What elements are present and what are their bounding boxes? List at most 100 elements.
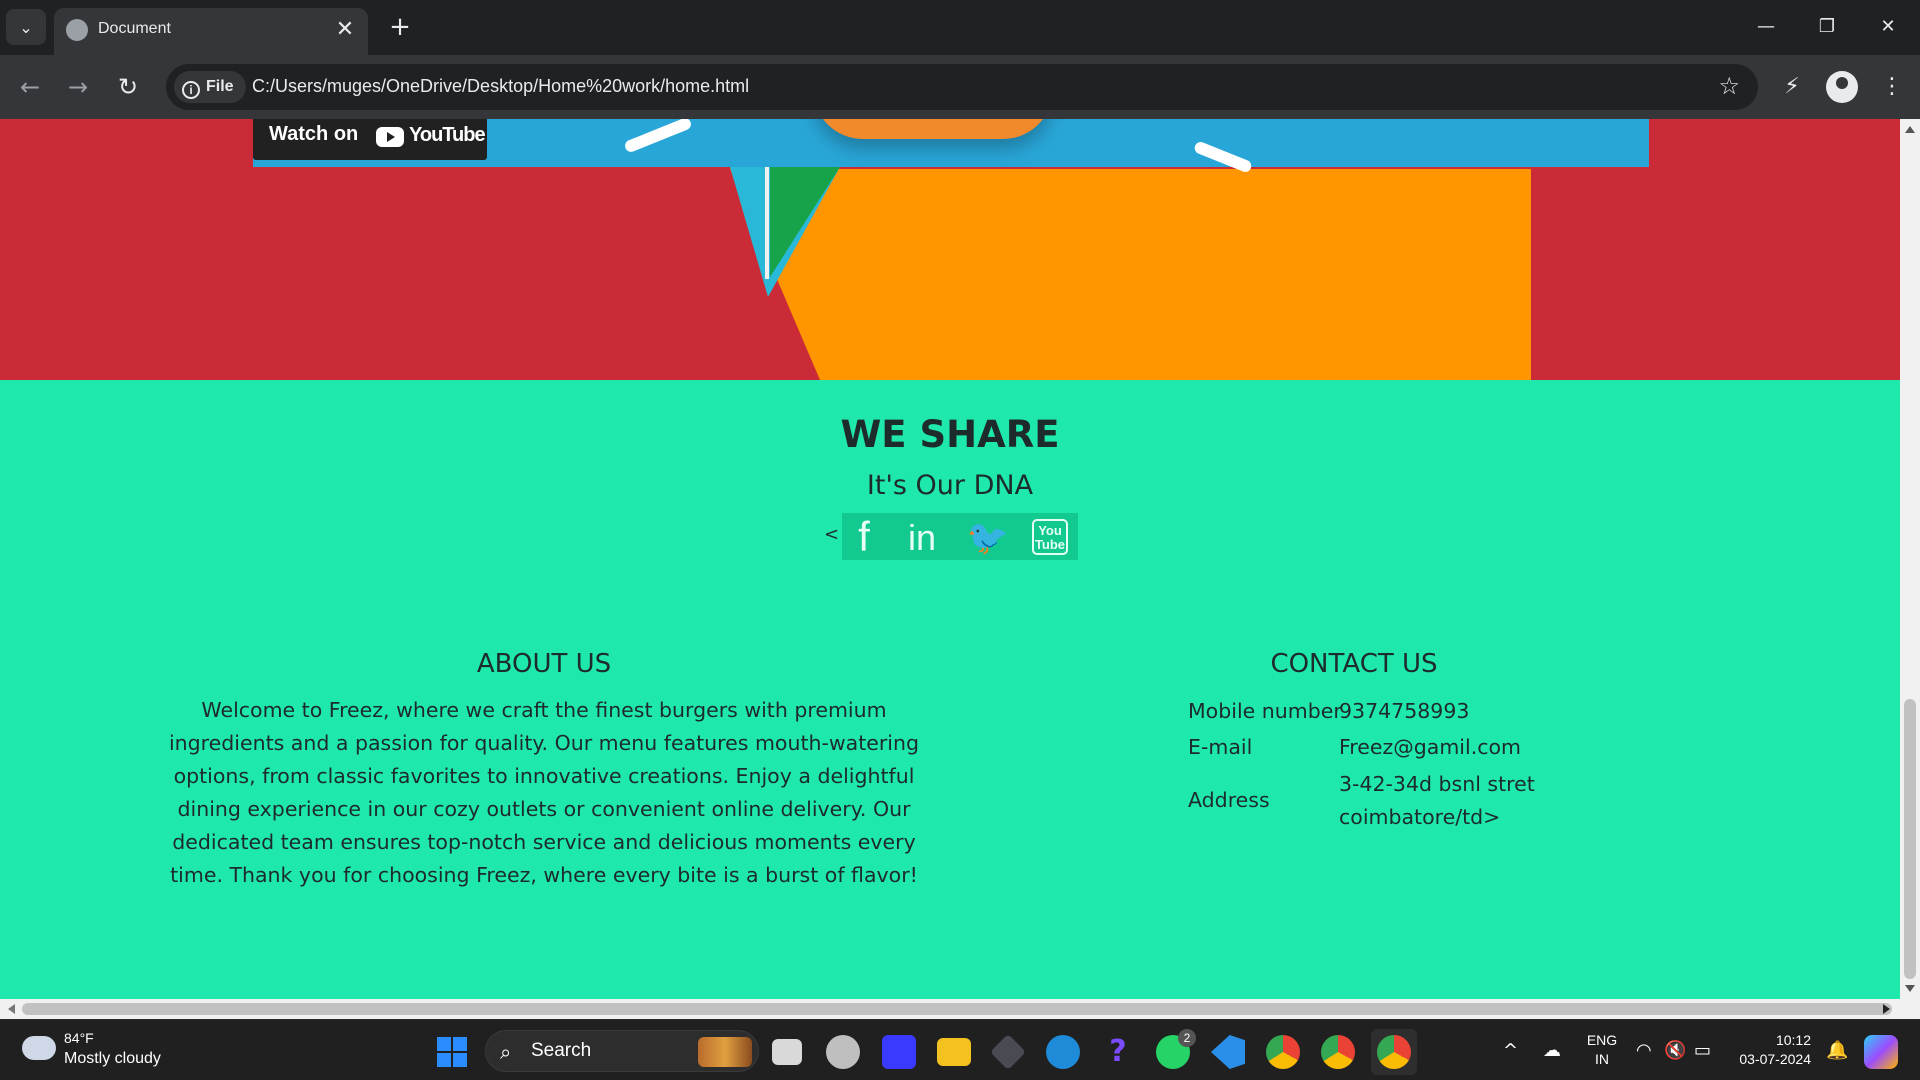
edge-icon[interactable] — [1046, 1035, 1080, 1069]
tab-document[interactable]: Document ✕ — [54, 8, 368, 55]
browser-toolbar: ← → ↻ i File C:/Users/muges/OneDrive/Desk… — [0, 55, 1920, 119]
chrome-icon — [1377, 1035, 1411, 1069]
vertical-scroll-thumb[interactable] — [1904, 699, 1916, 979]
contact-value-email: Freez@gamil.com — [1339, 735, 1521, 759]
tab-search-button[interactable]: ⌄ — [6, 9, 46, 45]
vertical-scrollbar[interactable] — [1900, 119, 1920, 999]
tab-bar: ⌄ Document ✕ + — ❐ ✕ — [0, 0, 1920, 55]
app-icon[interactable] — [826, 1035, 860, 1069]
contact-value-address: 3-42-34d bsnl stret coimbatore/td> — [1339, 772, 1535, 829]
whatsapp-icon[interactable]: 2 — [1156, 1029, 1196, 1069]
scroll-up-icon[interactable] — [1905, 126, 1915, 133]
scroll-left-icon[interactable] — [8, 1004, 15, 1014]
minimize-button[interactable]: — — [1736, 10, 1796, 44]
contact-label-email: E-mail — [1188, 735, 1253, 759]
task-view-icon[interactable] — [772, 1039, 802, 1065]
youtube-wordmark: YouTube — [409, 124, 486, 146]
vscode-icon[interactable] — [1211, 1035, 1245, 1069]
share-heading: WE SHARE — [840, 413, 1060, 456]
bookmark-star-icon[interactable]: ☆ — [1718, 72, 1740, 100]
app-icon-cube[interactable] — [989, 1033, 1027, 1071]
windows-logo-tile — [437, 1037, 451, 1051]
restore-button[interactable]: ❐ — [1797, 10, 1857, 44]
new-tab-button[interactable]: + — [384, 12, 416, 44]
youtube-icon[interactable]: You Tube — [1032, 519, 1068, 555]
notification-badge: 2 — [1178, 1029, 1196, 1047]
weather-cloud-icon[interactable] — [22, 1030, 56, 1060]
watch-on-youtube-button[interactable]: Watch on YouTube — [253, 119, 487, 160]
windows-logo-tile — [453, 1053, 467, 1067]
volume-muted-icon[interactable]: 🔇 — [1664, 1040, 1686, 1061]
region-indicator[interactable]: IN — [1584, 1051, 1620, 1067]
scroll-down-icon[interactable] — [1905, 985, 1915, 992]
video-thumbnail-stick — [1192, 140, 1254, 174]
wifi-icon[interactable]: ◠ — [1636, 1040, 1652, 1061]
back-button[interactable]: ← — [12, 69, 48, 105]
hero-white-line — [765, 167, 769, 279]
address-bar[interactable]: i File C:/Users/muges/OneDrive/Desktop/Ho… — [166, 64, 1758, 110]
file-explorer-icon[interactable] — [937, 1038, 971, 1066]
chrome-profile-icon[interactable] — [1266, 1035, 1300, 1069]
chevron-down-icon: ⌄ — [19, 17, 33, 37]
weather-description[interactable]: Mostly cloudy — [64, 1050, 161, 1068]
youtube-icon-text-top: You — [1038, 523, 1062, 538]
notification-bell-icon[interactable]: 🔔 — [1826, 1040, 1848, 1061]
battery-icon[interactable]: ▭ — [1694, 1040, 1711, 1061]
close-window-button[interactable]: ✕ — [1858, 10, 1918, 44]
contact-label-mobile: Mobile number — [1188, 699, 1342, 723]
weather-temperature[interactable]: 84°F — [64, 1030, 94, 1046]
search-highlight-image — [698, 1037, 752, 1067]
globe-icon — [66, 19, 88, 41]
horizontal-scrollbar[interactable] — [0, 999, 1920, 1019]
scroll-right-icon[interactable] — [1883, 1004, 1890, 1014]
page-viewport: Watch on YouTube WE SHARE It's Our DNA <… — [0, 119, 1900, 999]
taskbar-search[interactable]: ⌕ Search — [485, 1030, 759, 1072]
profile-avatar-icon[interactable] — [1826, 71, 1858, 103]
about-title: ABOUT US — [476, 649, 612, 679]
forward-button[interactable]: → — [60, 69, 96, 105]
horizontal-scroll-thumb[interactable] — [22, 1003, 1892, 1015]
clock-date[interactable]: 03-07-2024 — [1725, 1051, 1811, 1067]
hero-image: Watch on YouTube — [0, 119, 1900, 380]
watch-on-label: Watch on — [269, 123, 359, 145]
site-info-chip[interactable]: i File — [174, 71, 246, 103]
more-menu-icon[interactable]: ⋮ — [1874, 69, 1910, 105]
onedrive-icon[interactable]: ☁ — [1543, 1040, 1561, 1061]
video-thumbnail-stick — [623, 119, 693, 154]
info-icon: i — [182, 81, 200, 99]
copilot-icon[interactable] — [1864, 1035, 1898, 1069]
chrome-profile-icon[interactable] — [1321, 1035, 1355, 1069]
contact-label-address: Address — [1188, 788, 1270, 812]
tray-chevron-icon[interactable]: ^ — [1503, 1040, 1518, 1061]
windows-taskbar: 84°F Mostly cloudy ⌕ Search ? 2 ^ ☁ ENG … — [0, 1019, 1920, 1080]
language-indicator[interactable]: ENG — [1584, 1032, 1620, 1048]
contact-value-mobile: 9374758993 — [1339, 699, 1470, 723]
app-icon-editor[interactable] — [882, 1035, 916, 1069]
chrome-active-tile[interactable] — [1371, 1029, 1417, 1075]
close-tab-icon[interactable]: ✕ — [332, 17, 358, 43]
video-thumbnail-shape — [813, 119, 1053, 139]
twitter-icon[interactable]: 🐦 — [966, 517, 1010, 557]
search-placeholder: Search — [531, 1040, 592, 1061]
linkedin-icon[interactable]: in — [900, 517, 944, 558]
about-text: Welcome to Freez, where we craft the fin… — [168, 698, 920, 887]
tab-title: Document — [98, 20, 171, 37]
start-button[interactable] — [437, 1037, 467, 1067]
youtube-icon-text-bottom: Tube — [1034, 537, 1066, 552]
search-icon: ⌕ — [500, 1040, 512, 1064]
site-chip-label: File — [206, 78, 234, 95]
stray-text: < — [824, 524, 840, 545]
facebook-icon[interactable]: f — [842, 516, 886, 558]
share-subheading: It's Our DNA — [866, 470, 1034, 501]
windows-logo-tile — [453, 1037, 467, 1051]
performance-icon[interactable]: ⚡ — [1774, 69, 1810, 105]
social-icons-bar: f in 🐦 You Tube — [842, 513, 1078, 560]
url-text[interactable]: C:/Users/muges/OneDrive/Desktop/Home%20w… — [252, 76, 749, 97]
clock-time[interactable]: 10:12 — [1725, 1032, 1811, 1048]
reload-button[interactable]: ↻ — [110, 69, 146, 105]
youtube-play-icon — [376, 127, 404, 147]
contact-title: CONTACT US — [1270, 649, 1438, 679]
windows-logo-tile — [437, 1053, 451, 1067]
browser-chrome: ⌄ Document ✕ + — ❐ ✕ ← → ↻ i File C:/User… — [0, 0, 1920, 119]
app-icon-p[interactable]: ? — [1101, 1035, 1135, 1069]
